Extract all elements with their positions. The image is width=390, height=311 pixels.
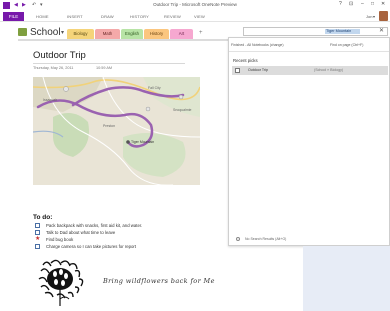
todo-item[interactable]: Pack backpack with snacks, first aid kit… [35, 222, 142, 228]
section-tab-history[interactable]: History [144, 29, 169, 39]
section-tab-english[interactable]: English [121, 29, 143, 39]
add-section-icon[interactable]: + [199, 30, 203, 36]
tab-review[interactable]: REVIEW [164, 14, 181, 19]
notebook-icon [18, 28, 27, 36]
section-tab-math[interactable]: Math [95, 29, 120, 39]
minimize-icon[interactable]: – [361, 1, 364, 7]
search-input[interactable]: Tiger Mountain ✕ [243, 27, 388, 36]
maximize-icon[interactable]: □ [371, 1, 374, 7]
tab-home[interactable]: HOME [36, 14, 49, 19]
title-bar: ◀ ▶ ↶ ▾ Outdoor Trip - Microsoft OneNote… [0, 0, 390, 11]
map-label-fall-city: Fall City [148, 86, 161, 90]
tab-insert[interactable]: INSERT [67, 14, 83, 19]
todo-checkbox[interactable] [35, 222, 40, 228]
result-title[interactable]: Outdoor Trip [248, 68, 268, 72]
page-time: 10:59 AM [96, 66, 113, 70]
user-chevron-icon[interactable]: ▾ [373, 14, 375, 19]
page-list-panel[interactable] [303, 246, 390, 311]
page-title[interactable]: Outdoor Trip [33, 50, 86, 61]
map-image[interactable]: Fall City Snoqualmie Issaquah Tiger Moun… [33, 77, 200, 185]
search-query[interactable]: Tiger Mountain [325, 29, 360, 34]
divider [229, 51, 389, 52]
todo-item[interactable]: Charge camera so I can take pictures for… [35, 243, 136, 249]
todo-text[interactable]: Talk to Dad about what time to leave [46, 230, 115, 235]
page-icon [235, 68, 240, 73]
search-result-item[interactable]: Outdoor Trip (School » Biology) [232, 66, 388, 75]
title-underline [33, 63, 185, 64]
tab-draw[interactable]: DRAW [101, 14, 114, 19]
clear-search-icon[interactable]: ✕ [379, 27, 384, 34]
todo-checkbox[interactable] [35, 243, 40, 249]
star-icon[interactable]: ★ [35, 236, 40, 242]
map-graphic: Fall City Snoqualmie Issaquah Tiger Moun… [33, 77, 200, 185]
search-icon [236, 237, 240, 241]
map-label-tiger-mountain: Tiger Mountain [131, 140, 154, 144]
todo-text[interactable]: Pack backpack with snacks, first aid kit… [46, 223, 142, 228]
tab-history[interactable]: HISTORY [130, 14, 149, 19]
todo-item[interactable]: Talk to Dad about what time to leave [35, 229, 115, 235]
tab-view[interactable]: VIEW [194, 14, 205, 19]
map-label-snoqualmie: Snoqualmie [173, 108, 192, 112]
find-on-page-link[interactable]: Find on page (Ctrl+F) [330, 43, 363, 47]
flower-sketch [38, 259, 84, 306]
page-date: Thursday, May 26, 2011 [33, 66, 74, 70]
handwritten-note[interactable]: Bring wildflowers back for Me [103, 277, 215, 285]
ribbon-tabs: FILE HOME INSERT DRAW HISTORY REVIEW VIE… [0, 11, 390, 22]
notebook-name[interactable]: School [30, 27, 61, 38]
result-location: (School » Biology) [314, 68, 344, 72]
notebook-chevron-icon[interactable]: ▾ [61, 29, 64, 36]
ribbon-display-icon[interactable]: ⊡ [349, 1, 353, 7]
todo-checkbox[interactable] [35, 229, 40, 235]
close-window-icon[interactable]: ✕ [381, 1, 385, 7]
file-tab[interactable]: FILE [3, 12, 24, 21]
search-footer-link[interactable]: No Search Results (Alt+O) [245, 237, 286, 241]
section-tab-biology[interactable]: Biology [67, 29, 94, 39]
flower-drawing[interactable] [35, 257, 93, 307]
user-name[interactable]: Jon [366, 14, 372, 19]
map-label-issaquah: Issaquah [43, 98, 57, 102]
todo-text[interactable]: Charge camera so I can take pictures for… [46, 244, 136, 249]
help-icon[interactable]: ? [339, 1, 342, 7]
map-label-preston: Preston [103, 124, 115, 128]
avatar[interactable] [379, 11, 388, 21]
todo-item[interactable]: ★ Find bug book [35, 236, 73, 242]
todo-text[interactable]: Find bug book [46, 237, 73, 242]
window-title: Outdoor Trip - Microsoft OneNote Preview [153, 2, 237, 7]
section-tab-art[interactable]: Art [170, 29, 193, 39]
search-scope-link[interactable]: Finished - All Notebooks (change) [231, 43, 284, 47]
recent-picks-heading: Recent picks [233, 58, 258, 63]
todo-heading[interactable]: To do: [33, 214, 52, 221]
